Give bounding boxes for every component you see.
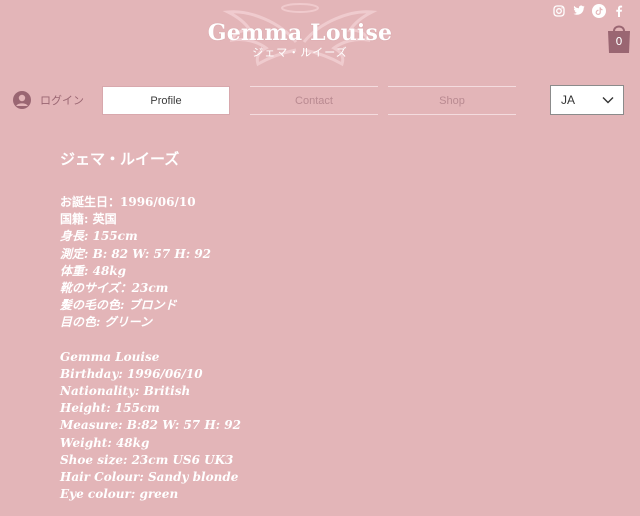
profile-jp-line: 国籍: 英国: [60, 212, 117, 227]
profile-jp-line: 測定: B: 82 W: 57 H: 92: [60, 246, 212, 261]
cart-button[interactable]: 0: [606, 22, 632, 54]
social-bar: [551, 3, 626, 18]
twitter-icon[interactable]: [571, 3, 586, 18]
language-select[interactable]: JA: [550, 85, 624, 115]
profile-name-heading: ジェマ・ルイーズ: [60, 150, 180, 168]
profile-jp-line: 体重: 48kg: [60, 263, 127, 278]
profile-content: ジェマ・ルイーズ お誕生日：1996/06/10 国籍: 英国 身長: 155c…: [60, 148, 580, 503]
profile-en-line: Shoe size: 23cm US6 UK3: [60, 452, 234, 467]
login-button[interactable]: ログイン: [13, 91, 84, 109]
tab-contact[interactable]: Contact: [250, 86, 378, 115]
profile-en-line: Nationality: British: [60, 384, 191, 399]
profile-en-line: Birthday: 1996/06/10: [60, 366, 203, 381]
profile-jp-line: 髪の毛の色: ブロンド: [60, 298, 177, 313]
instagram-icon[interactable]: [551, 3, 566, 18]
language-select-value: JA: [561, 93, 576, 107]
login-label: ログイン: [40, 94, 84, 107]
profile-en-line: Hair Colour: Sandy blonde: [60, 470, 239, 484]
profile-en-line: Measure: B:82 W: 57 H: 92: [60, 418, 241, 433]
profile-jp-line: 靴のサイズ：23cm: [60, 280, 169, 295]
profile-jp-line: 身長: 155cm: [60, 229, 138, 244]
profile-en-line: Gemma Louise: [60, 349, 160, 364]
logo-subtitle: ジェマ・ルイーズ: [252, 46, 348, 59]
chevron-down-icon: [602, 97, 614, 104]
logo-title: Gemma Louise: [207, 20, 393, 46]
site-logo[interactable]: Gemma Louise ジェマ・ルイーズ: [200, 2, 400, 70]
user-avatar-icon: [13, 91, 31, 109]
profile-en-line: Eye colour: green: [60, 487, 179, 502]
tab-profile[interactable]: Profile: [102, 86, 230, 115]
tiktok-icon[interactable]: [591, 3, 606, 18]
profile-jp-line: 目の色: グリーン: [60, 315, 153, 330]
profile-en-line: Weight: 48kg: [60, 435, 150, 450]
profile-en-line: Height: 155cm: [60, 401, 160, 416]
tab-shop[interactable]: Shop: [388, 86, 516, 115]
facebook-icon[interactable]: [611, 3, 626, 18]
profile-jp-line: お誕生日：1996/06/10: [60, 195, 196, 209]
cart-count: 0: [615, 35, 623, 48]
